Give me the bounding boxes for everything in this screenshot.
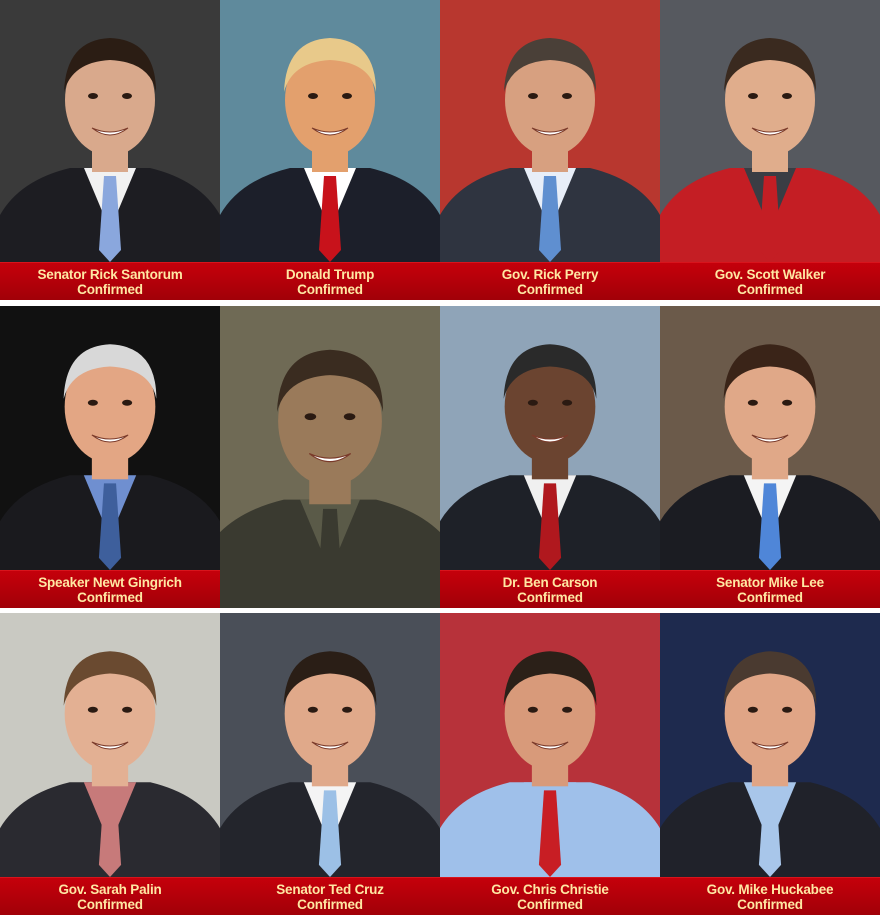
- candidate-photo: [220, 613, 440, 877]
- portrait-illustration: [220, 306, 440, 608]
- candidate-name: Senator Ted Cruz: [276, 882, 384, 897]
- candidate-name: Gov. Chris Christie: [491, 882, 609, 897]
- candidate-card: Senator Rick Santorum Confirmed: [0, 0, 220, 300]
- candidate-photo: [220, 0, 440, 262]
- grid-row-2: Speaker Newt Gingrich Confirmed Dr. Ben …: [0, 306, 880, 608]
- left-eye: [527, 706, 538, 713]
- candidate-name: Senator Mike Lee: [716, 575, 824, 590]
- right-eye: [562, 93, 572, 99]
- left-eye: [748, 93, 758, 99]
- candidate-status: Confirmed: [517, 282, 583, 297]
- left-eye: [307, 706, 318, 713]
- candidate-card: Gov. Sarah Palin Confirmed: [0, 613, 220, 915]
- candidate-photo: [660, 0, 880, 262]
- candidate-name: Gov. Mike Huckabee: [706, 882, 834, 897]
- left-eye: [304, 413, 317, 421]
- candidate-grid: Senator Rick Santorum Confirmed Donald T…: [0, 0, 880, 915]
- candidate-name: Gov. Scott Walker: [714, 267, 826, 282]
- candidate-name: Gov. Rick Perry: [501, 267, 599, 282]
- portrait-illustration: [0, 306, 220, 570]
- candidate-status: Confirmed: [77, 282, 143, 297]
- left-eye: [87, 706, 98, 713]
- portrait-illustration: [440, 0, 660, 262]
- candidate-card: Senator Ted Cruz Confirmed: [220, 613, 440, 915]
- candidate-card: Gov. Chris Christie Confirmed: [440, 613, 660, 915]
- left-eye: [527, 399, 538, 406]
- candidate-photo: [0, 0, 220, 262]
- portrait-illustration: [220, 0, 440, 262]
- right-eye: [122, 93, 132, 99]
- right-eye: [122, 399, 133, 406]
- candidate-status: Confirmed: [297, 897, 363, 912]
- candidate-photo: [0, 306, 220, 570]
- candidate-card: Donald Trump Confirmed: [220, 0, 440, 300]
- candidate-card: Gov. Rick Perry Confirmed: [440, 0, 660, 300]
- left-eye: [87, 399, 98, 406]
- candidate-name: Dr. Ben Carson: [502, 575, 598, 590]
- right-eye: [562, 399, 573, 406]
- grid-row-3: Gov. Sarah Palin Confirmed Senator Ted C…: [0, 613, 880, 915]
- portrait-illustration: [220, 613, 440, 877]
- candidate-caption: Gov. Rick Perry Confirmed: [440, 262, 660, 300]
- candidate-card: Gov. Mike Huckabee Confirmed: [660, 613, 880, 915]
- right-eye: [782, 706, 793, 713]
- candidate-caption: Senator Ted Cruz Confirmed: [220, 877, 440, 915]
- candidate-caption: Gov. Chris Christie Confirmed: [440, 877, 660, 915]
- portrait-illustration: [440, 306, 660, 570]
- left-eye: [747, 706, 758, 713]
- right-eye: [122, 706, 133, 713]
- left-eye: [747, 399, 758, 406]
- candidate-name: Donald Trump: [285, 267, 375, 282]
- candidate-name: Gov. Sarah Palin: [58, 882, 162, 897]
- candidate-caption: Donald Trump Confirmed: [220, 262, 440, 300]
- candidate-caption: Gov. Scott Walker Confirmed: [660, 262, 880, 300]
- left-eye: [88, 93, 98, 99]
- right-eye: [782, 399, 793, 406]
- candidate-photo: [0, 613, 220, 877]
- portrait-illustration: [0, 0, 220, 262]
- candidate-caption: Speaker Newt Gingrich Confirmed: [0, 570, 220, 608]
- portrait-illustration: [0, 613, 220, 877]
- candidate-photo: [660, 306, 880, 570]
- right-eye: [562, 706, 573, 713]
- candidate-status: Confirmed: [517, 897, 583, 912]
- candidate-caption: Dr. Ben Carson Confirmed: [440, 570, 660, 608]
- portrait-illustration: [660, 306, 880, 570]
- candidate-card: Speaker Newt Gingrich Confirmed: [0, 306, 220, 608]
- left-eye: [308, 93, 318, 99]
- candidate-status: Confirmed: [77, 590, 143, 605]
- candidate-caption: Senator Rick Santorum Confirmed: [0, 262, 220, 300]
- candidate-photo: [660, 613, 880, 877]
- candidate-caption: Gov. Sarah Palin Confirmed: [0, 877, 220, 915]
- candidate-status: Confirmed: [77, 897, 143, 912]
- candidate-photo-fullbleed: [220, 306, 440, 608]
- left-eye: [528, 93, 538, 99]
- candidate-card: [220, 306, 440, 608]
- right-eye: [343, 413, 356, 421]
- candidate-name: Senator Rick Santorum: [37, 267, 183, 282]
- candidate-status: Confirmed: [297, 282, 363, 297]
- right-eye: [782, 93, 792, 99]
- portrait-illustration: [660, 613, 880, 877]
- right-eye: [342, 706, 353, 713]
- candidate-name: Speaker Newt Gingrich: [38, 575, 182, 590]
- candidate-photo: [440, 0, 660, 262]
- candidate-card: Dr. Ben Carson Confirmed: [440, 306, 660, 608]
- candidate-photo: [440, 613, 660, 877]
- candidate-photo: [440, 306, 660, 570]
- candidate-card: Senator Mike Lee Confirmed: [660, 306, 880, 608]
- grid-row-1: Senator Rick Santorum Confirmed Donald T…: [0, 0, 880, 300]
- candidate-status: Confirmed: [737, 282, 803, 297]
- right-eye: [342, 93, 352, 99]
- candidate-caption: Gov. Mike Huckabee Confirmed: [660, 877, 880, 915]
- portrait-illustration: [440, 613, 660, 877]
- portrait-illustration: [660, 0, 880, 262]
- candidate-card: Gov. Scott Walker Confirmed: [660, 0, 880, 300]
- candidate-caption: Senator Mike Lee Confirmed: [660, 570, 880, 608]
- candidate-status: Confirmed: [737, 897, 803, 912]
- candidate-status: Confirmed: [517, 590, 583, 605]
- candidate-status: Confirmed: [737, 590, 803, 605]
